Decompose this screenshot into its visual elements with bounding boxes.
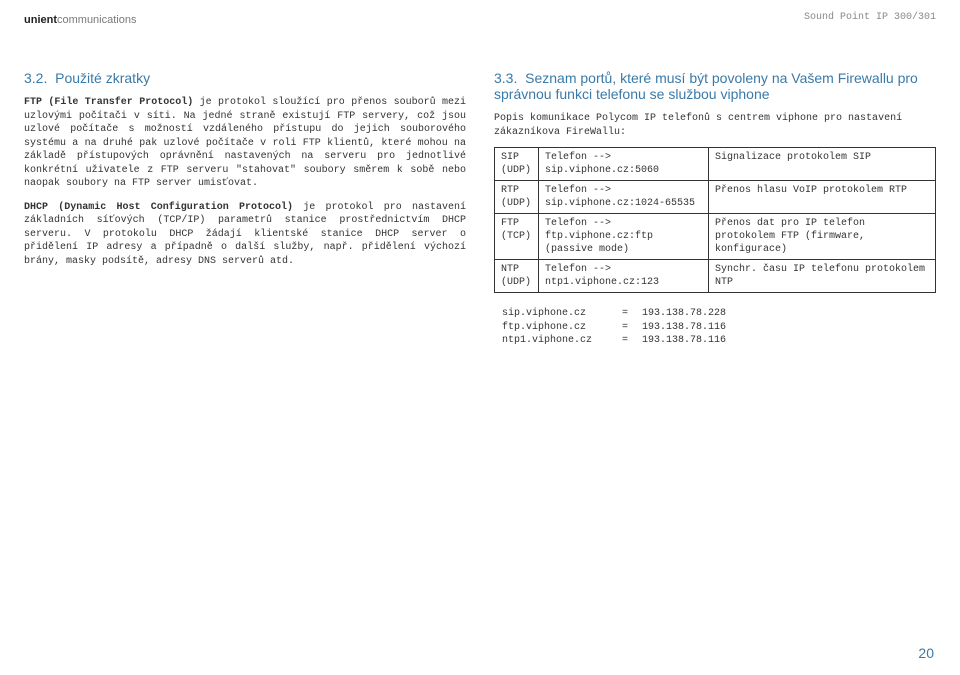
- table-cell: RTP(UDP): [495, 181, 539, 214]
- left-column: 3.2. Použité zkratky FTP (File Transfer …: [24, 70, 466, 635]
- table-row: RTP(UDP)Telefon -->sip.viphone.cz:1024-6…: [495, 181, 936, 214]
- table-cell: Synchr. času IP telefonu protokolem NTP: [709, 260, 936, 293]
- page-number: 20: [918, 645, 934, 661]
- table-cell: Telefon -->sip.viphone.cz:5060: [539, 148, 709, 181]
- section-heading-3-3: 3.3. Seznam portů, které musí být povole…: [494, 70, 936, 102]
- table-row: SIP(UDP)Telefon -->sip.viphone.cz:5060Si…: [495, 148, 936, 181]
- section-heading-3-2: 3.2. Použité zkratky: [24, 70, 466, 86]
- table-cell: NTP(UDP): [495, 260, 539, 293]
- table-cell: Přenos dat pro IP telefon protokolem FTP…: [709, 214, 936, 260]
- host-row: ntp1.viphone.cz= 193.138.78.116: [502, 334, 936, 348]
- table-cell: Telefon -->sip.viphone.cz:1024-65535: [539, 181, 709, 214]
- device-label: Sound Point IP 300/301: [804, 12, 936, 23]
- host-list: sip.viphone.cz= 193.138.78.228ftp.viphon…: [502, 307, 936, 348]
- right-column: 3.3. Seznam portů, které musí být povole…: [494, 70, 936, 635]
- paragraph-ftp: FTP (File Transfer Protocol) je protokol…: [24, 96, 466, 191]
- firewall-desc: Popis komunikace Polycom IP telefonů s c…: [494, 112, 936, 139]
- host-row: ftp.viphone.cz= 193.138.78.116: [502, 321, 936, 335]
- table-cell: SIP(UDP): [495, 148, 539, 181]
- table-cell: Přenos hlasu VoIP protokolem RTP: [709, 181, 936, 214]
- table-cell: FTP(TCP): [495, 214, 539, 260]
- table-row: NTP(UDP)Telefon -->ntp1.viphone.cz:123Sy…: [495, 260, 936, 293]
- table-cell: Telefon -->ntp1.viphone.cz:123: [539, 260, 709, 293]
- brand-logo: unientcommunications: [24, 14, 136, 26]
- table-cell: Telefon -->ftp.viphone.cz:ftp (passive m…: [539, 214, 709, 260]
- table-cell: Signalizace protokolem SIP: [709, 148, 936, 181]
- host-row: sip.viphone.cz= 193.138.78.228: [502, 307, 936, 321]
- table-row: FTP(TCP)Telefon -->ftp.viphone.cz:ftp (p…: [495, 214, 936, 260]
- paragraph-dhcp: DHCP (Dynamic Host Configuration Protoco…: [24, 201, 466, 269]
- protocol-table: SIP(UDP)Telefon -->sip.viphone.cz:5060Si…: [494, 147, 936, 293]
